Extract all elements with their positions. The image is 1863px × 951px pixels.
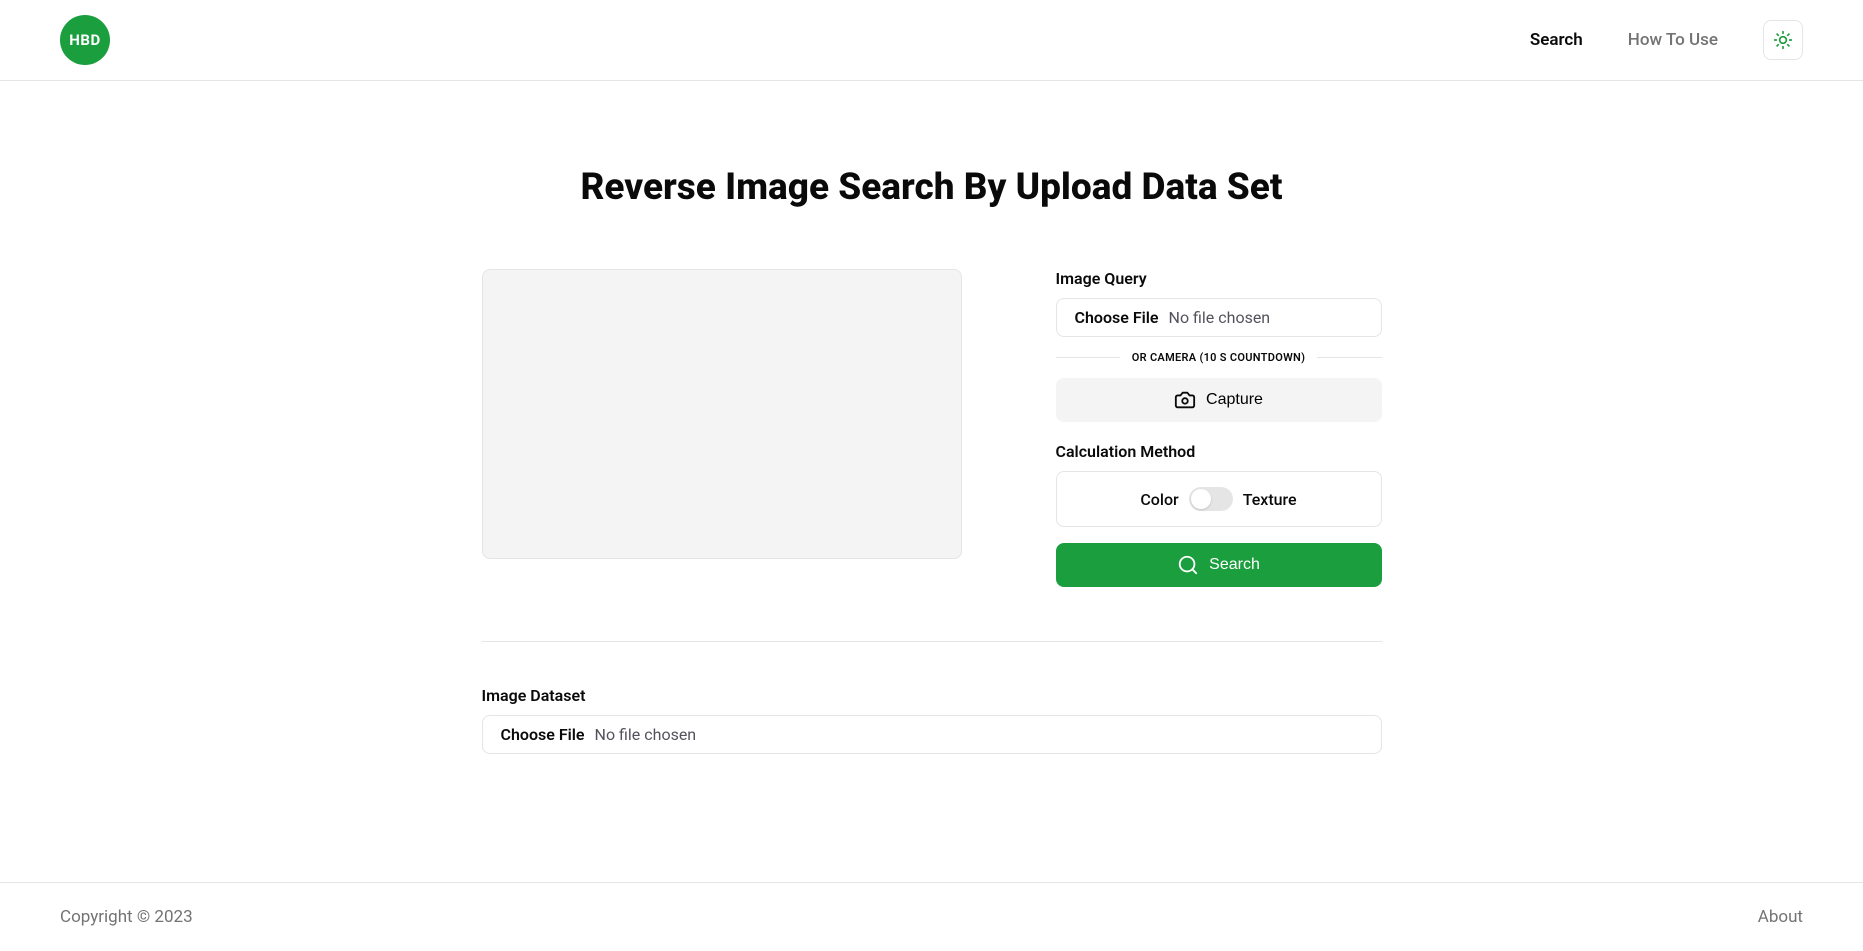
search-button-label: Search [1209, 556, 1260, 574]
search-icon [1177, 554, 1199, 576]
app-footer: Copyright © 2023 About [0, 882, 1863, 951]
image-dataset-label: Image Dataset [482, 686, 1382, 705]
about-link[interactable]: About [1758, 907, 1803, 927]
theme-toggle-button[interactable] [1763, 20, 1803, 60]
image-query-file-input[interactable]: Choose File No file chosen [1056, 298, 1382, 337]
calculation-switch[interactable] [1189, 487, 1233, 511]
main-nav: Search How To Use [1530, 20, 1803, 60]
camera-icon [1174, 389, 1196, 411]
search-button[interactable]: Search [1056, 543, 1382, 587]
nav-how-to-use[interactable]: How To Use [1628, 30, 1718, 50]
choose-file-label: Choose File [501, 725, 585, 744]
calculation-method-label: Calculation Method [1056, 442, 1382, 461]
capture-label: Capture [1206, 391, 1263, 409]
image-dataset-file-input[interactable]: Choose File No file chosen [482, 715, 1382, 754]
app-header: HBD Search How To Use [0, 0, 1863, 81]
logo-text: HBD [69, 31, 100, 49]
image-preview [482, 269, 962, 559]
toggle-option-color: Color [1140, 490, 1178, 509]
toggle-option-texture: Texture [1243, 490, 1297, 509]
sun-icon [1773, 30, 1793, 50]
choose-file-label: Choose File [1075, 308, 1159, 327]
file-status-text: No file chosen [595, 725, 697, 744]
query-row: Image Query Choose File No file chosen O… [482, 269, 1382, 587]
capture-button[interactable]: Capture [1056, 378, 1382, 422]
logo[interactable]: HBD [60, 15, 110, 65]
controls-column: Image Query Choose File No file chosen O… [1056, 269, 1382, 587]
dataset-section: Image Dataset Choose File No file chosen [482, 686, 1382, 754]
section-separator [482, 641, 1382, 642]
camera-divider: OR CAMERA (10 S COUNTDOWN) [1056, 351, 1382, 364]
copyright-text: Copyright © 2023 [60, 907, 193, 927]
calculation-toggle-box: Color Texture [1056, 471, 1382, 527]
main-content: Reverse Image Search By Upload Data Set … [462, 81, 1402, 882]
switch-thumb [1191, 489, 1211, 509]
image-query-label: Image Query [1056, 269, 1382, 288]
file-status-text: No file chosen [1169, 308, 1271, 327]
page-title: Reverse Image Search By Upload Data Set [482, 166, 1382, 209]
divider-text: OR CAMERA (10 S COUNTDOWN) [1132, 351, 1306, 364]
nav-search[interactable]: Search [1530, 30, 1583, 50]
